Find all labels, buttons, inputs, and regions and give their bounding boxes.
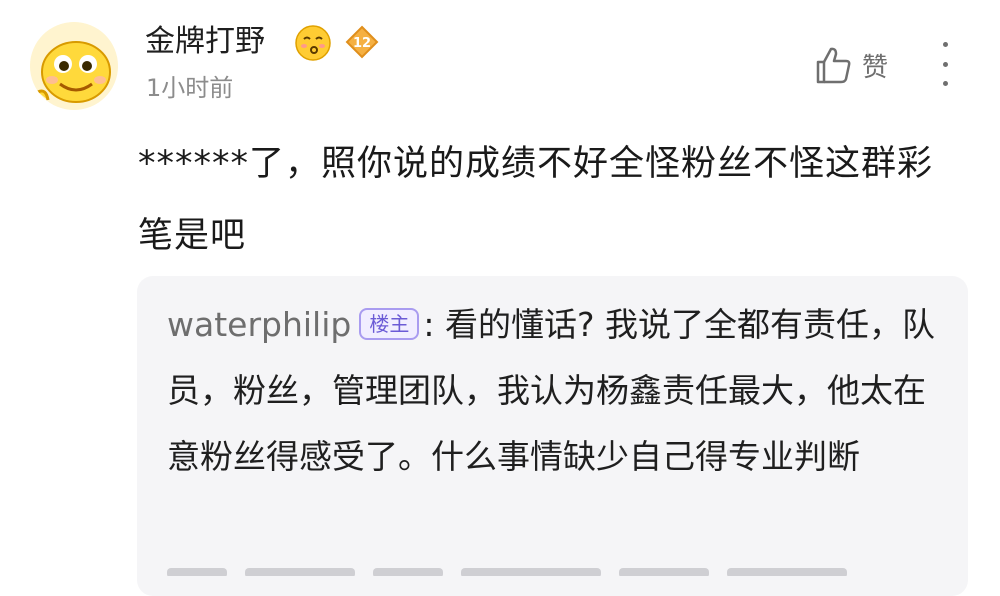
username[interactable]: 金牌打野 xyxy=(145,22,265,62)
more-dot-icon xyxy=(942,81,948,86)
reply-content: waterphilip 楼主: 看的懂话? 我说了全都有责任，队员，粉丝，管理团队… xyxy=(167,292,937,490)
thumbs-up-icon xyxy=(816,47,851,84)
comment-text: ******了，照你说的成绩不好全怪粉丝不怪这群彩笔是吧 xyxy=(138,144,934,256)
level-diamond-icon: 12 xyxy=(345,25,379,59)
smiley-avatar-icon xyxy=(30,22,118,110)
reply-separator: : xyxy=(423,305,435,344)
like-label: 赞 xyxy=(862,52,889,83)
op-badge: 楼主 xyxy=(359,307,420,340)
like-button[interactable]: 赞 xyxy=(812,40,902,90)
more-dot-icon xyxy=(942,42,948,47)
reply-author[interactable]: waterphilip xyxy=(167,305,351,344)
avatar[interactable] xyxy=(30,22,118,110)
level-number: 12 xyxy=(353,36,371,51)
timestamp: 1小时前 xyxy=(146,74,234,102)
more-dot-icon xyxy=(942,61,948,67)
kissing-face-icon xyxy=(295,25,331,61)
reply-box[interactable]: waterphilip 楼主: 看的懂话? 我说了全都有责任，队员，粉丝，管理团队… xyxy=(137,276,968,596)
more-options-button[interactable] xyxy=(930,42,960,86)
